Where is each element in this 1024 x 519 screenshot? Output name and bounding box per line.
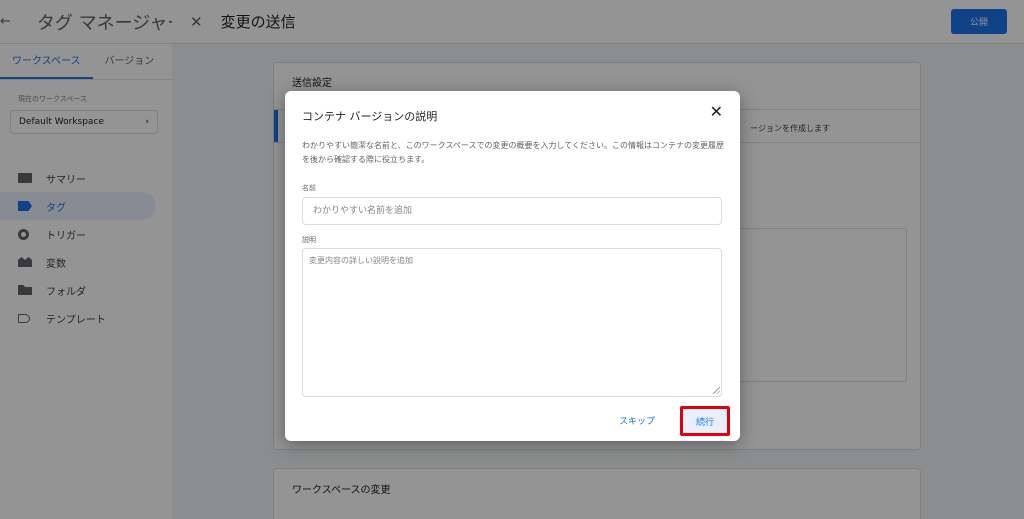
name-label: 名前 bbox=[302, 184, 316, 192]
continue-button[interactable]: 続行 bbox=[680, 406, 730, 436]
dialog-title: コンテナ バージョンの説明 bbox=[302, 110, 438, 123]
description-label: 説明 bbox=[302, 236, 316, 244]
skip-button[interactable]: スキップ bbox=[619, 414, 655, 427]
close-icon[interactable]: ✕ bbox=[710, 104, 723, 120]
resize-handle-icon[interactable] bbox=[713, 387, 720, 394]
version-description-dialog: コンテナ バージョンの説明 ✕ わかりやすい簡潔な名前と、このワークスペースでの… bbox=[285, 91, 740, 441]
dialog-description: わかりやすい簡潔な名前と、このワークスペースでの変更の概要を入力してください。こ… bbox=[302, 141, 724, 164]
version-name-input[interactable] bbox=[302, 197, 722, 225]
version-description-input[interactable] bbox=[302, 248, 722, 397]
